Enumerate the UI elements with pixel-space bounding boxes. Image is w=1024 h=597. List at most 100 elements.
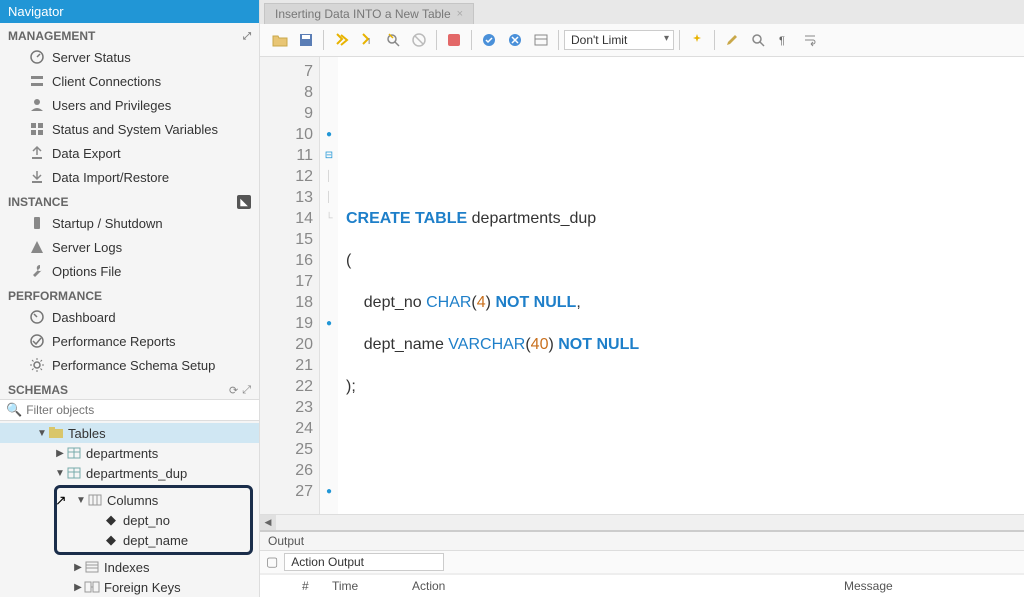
main-panel: Inserting Data INTO a New Table × I Don'… [260,0,1024,597]
line-gutter: 7 8 9 10 11 12 13 14 15 16 17 18 19 20 2… [260,57,320,514]
statement-marker-icon: ● [320,313,338,334]
wrench-icon [28,262,46,280]
col-message: Message [838,577,1018,595]
column-icon: ◆ [103,532,119,548]
separator [679,30,680,50]
nav-dashboard[interactable]: Dashboard [0,305,259,329]
toggle-limit-icon[interactable] [529,28,553,52]
output-select[interactable]: Action Output [284,553,444,571]
col-time: Time [326,577,406,595]
tree-tables[interactable]: ▼ Tables [0,423,259,443]
schema-setup-icon [28,356,46,374]
fold-gutter: ● ⊟ ││ └ ● ● [320,57,338,514]
separator [558,30,559,50]
connections-icon [28,72,46,90]
fold-open-icon[interactable]: ⊟ [320,145,338,166]
horizontal-scrollbar[interactable]: ◀ [260,514,1024,530]
separator [436,30,437,50]
import-icon [28,168,46,186]
svg-text:I: I [368,37,370,46]
rollback-icon[interactable] [503,28,527,52]
execute-current-icon[interactable]: I [355,28,379,52]
nav-options-file[interactable]: Options File [0,259,259,283]
commit-icon[interactable] [477,28,501,52]
execute-icon[interactable] [329,28,353,52]
column-icon: ◆ [103,512,119,528]
tree-foreign-keys[interactable]: ▶ Foreign Keys [0,577,259,597]
refresh-icon[interactable]: ⟳ [229,384,238,397]
statement-marker-icon: ● [320,124,338,145]
folder-icon [48,425,64,441]
export-icon [28,144,46,162]
col-index [266,577,296,595]
nav-client-connections[interactable]: Client Connections [0,69,259,93]
tab-bar: Inserting Data INTO a New Table × [260,0,1024,24]
dashboard-icon [28,308,46,326]
power-icon [28,214,46,232]
nav-perf-schema[interactable]: Performance Schema Setup [0,353,259,377]
tree-table-departments-dup[interactable]: ▼ departments_dup [0,463,259,483]
chevron-down-icon[interactable]: ▼ [36,428,48,439]
search-icon: 🔍 [6,402,22,418]
management-header: MANAGEMENT ⤢ [0,23,259,45]
col-number: # [296,577,326,595]
limit-select[interactable]: Don't Limit [564,30,674,50]
indexes-icon [84,559,100,575]
filter-input[interactable] [26,403,253,417]
nav-server-logs[interactable]: Server Logs [0,235,259,259]
toggle-autocommit-icon[interactable] [442,28,466,52]
stop-icon[interactable] [407,28,431,52]
table-icon [66,445,82,461]
scroll-left-icon[interactable]: ◀ [260,515,276,530]
chevron-down-icon[interactable]: ▼ [75,495,87,506]
nav-users-privileges[interactable]: Users and Privileges [0,93,259,117]
separator [471,30,472,50]
find-icon[interactable] [746,28,770,52]
code-area[interactable]: CREATE TABLE departments_dup ( dept_no C… [338,57,1024,514]
tree-columns[interactable]: ▼ Columns [57,490,250,510]
table-icon [66,465,82,481]
nav-server-status[interactable]: Server Status [0,45,259,69]
performance-header: PERFORMANCE [0,283,259,305]
schema-tree: ▼ Tables ▶ departments ▼ departments_dup… [0,421,259,597]
sql-editor[interactable]: 7 8 9 10 11 12 13 14 15 16 17 18 19 20 2… [260,57,1024,514]
nav-perf-reports[interactable]: Performance Reports [0,329,259,353]
explain-icon[interactable] [381,28,405,52]
tree-column-dept-no[interactable]: ◆ dept_no [57,510,250,530]
chevron-down-icon[interactable]: ▼ [54,468,66,479]
close-icon[interactable]: × [457,8,463,20]
columns-highlight: ▼ Columns ◆ dept_no ◆ dept_name [54,485,253,555]
output-toolbar: ▢ Action Output [260,551,1024,574]
output-menu-icon[interactable]: ▢ [266,554,278,570]
wrap-icon[interactable] [798,28,822,52]
expand-icon[interactable]: ⤢ [243,31,251,42]
brush-icon[interactable] [720,28,744,52]
nav-startup-shutdown[interactable]: Startup / Shutdown [0,211,259,235]
nav-data-import[interactable]: Data Import/Restore [0,165,259,189]
editor-tab[interactable]: Inserting Data INTO a New Table × [264,3,474,24]
tree-table-departments[interactable]: ▶ departments [0,443,259,463]
svg-text:¶: ¶ [779,35,785,47]
chevron-right-icon[interactable]: ▶ [72,582,84,593]
tree-column-dept-name[interactable]: ◆ dept_name [57,530,250,550]
navigator-panel: Navigator MANAGEMENT ⤢ Server Status Cli… [0,0,260,597]
instance-header: INSTANCE ◣ [0,189,259,211]
separator [714,30,715,50]
logs-icon [28,238,46,256]
vars-icon [28,120,46,138]
schema-filter[interactable]: 🔍 [0,399,259,421]
toggle-invisible-icon[interactable]: ¶ [772,28,796,52]
navigator-title: Navigator [8,4,64,19]
gauge-icon [28,48,46,66]
chevron-right-icon[interactable]: ▶ [54,448,66,459]
save-icon[interactable] [294,28,318,52]
output-header: Output [260,530,1024,551]
chevron-right-icon[interactable]: ▶ [72,562,84,573]
nav-status-vars[interactable]: Status and System Variables [0,117,259,141]
open-file-icon[interactable] [268,28,292,52]
nav-data-export[interactable]: Data Export [0,141,259,165]
output-grid-header: # Time Action Message [260,574,1024,597]
beautify-icon[interactable] [685,28,709,52]
expand-schemas-icon[interactable]: ⤢ [242,384,251,397]
tree-indexes[interactable]: ▶ Indexes [0,557,259,577]
